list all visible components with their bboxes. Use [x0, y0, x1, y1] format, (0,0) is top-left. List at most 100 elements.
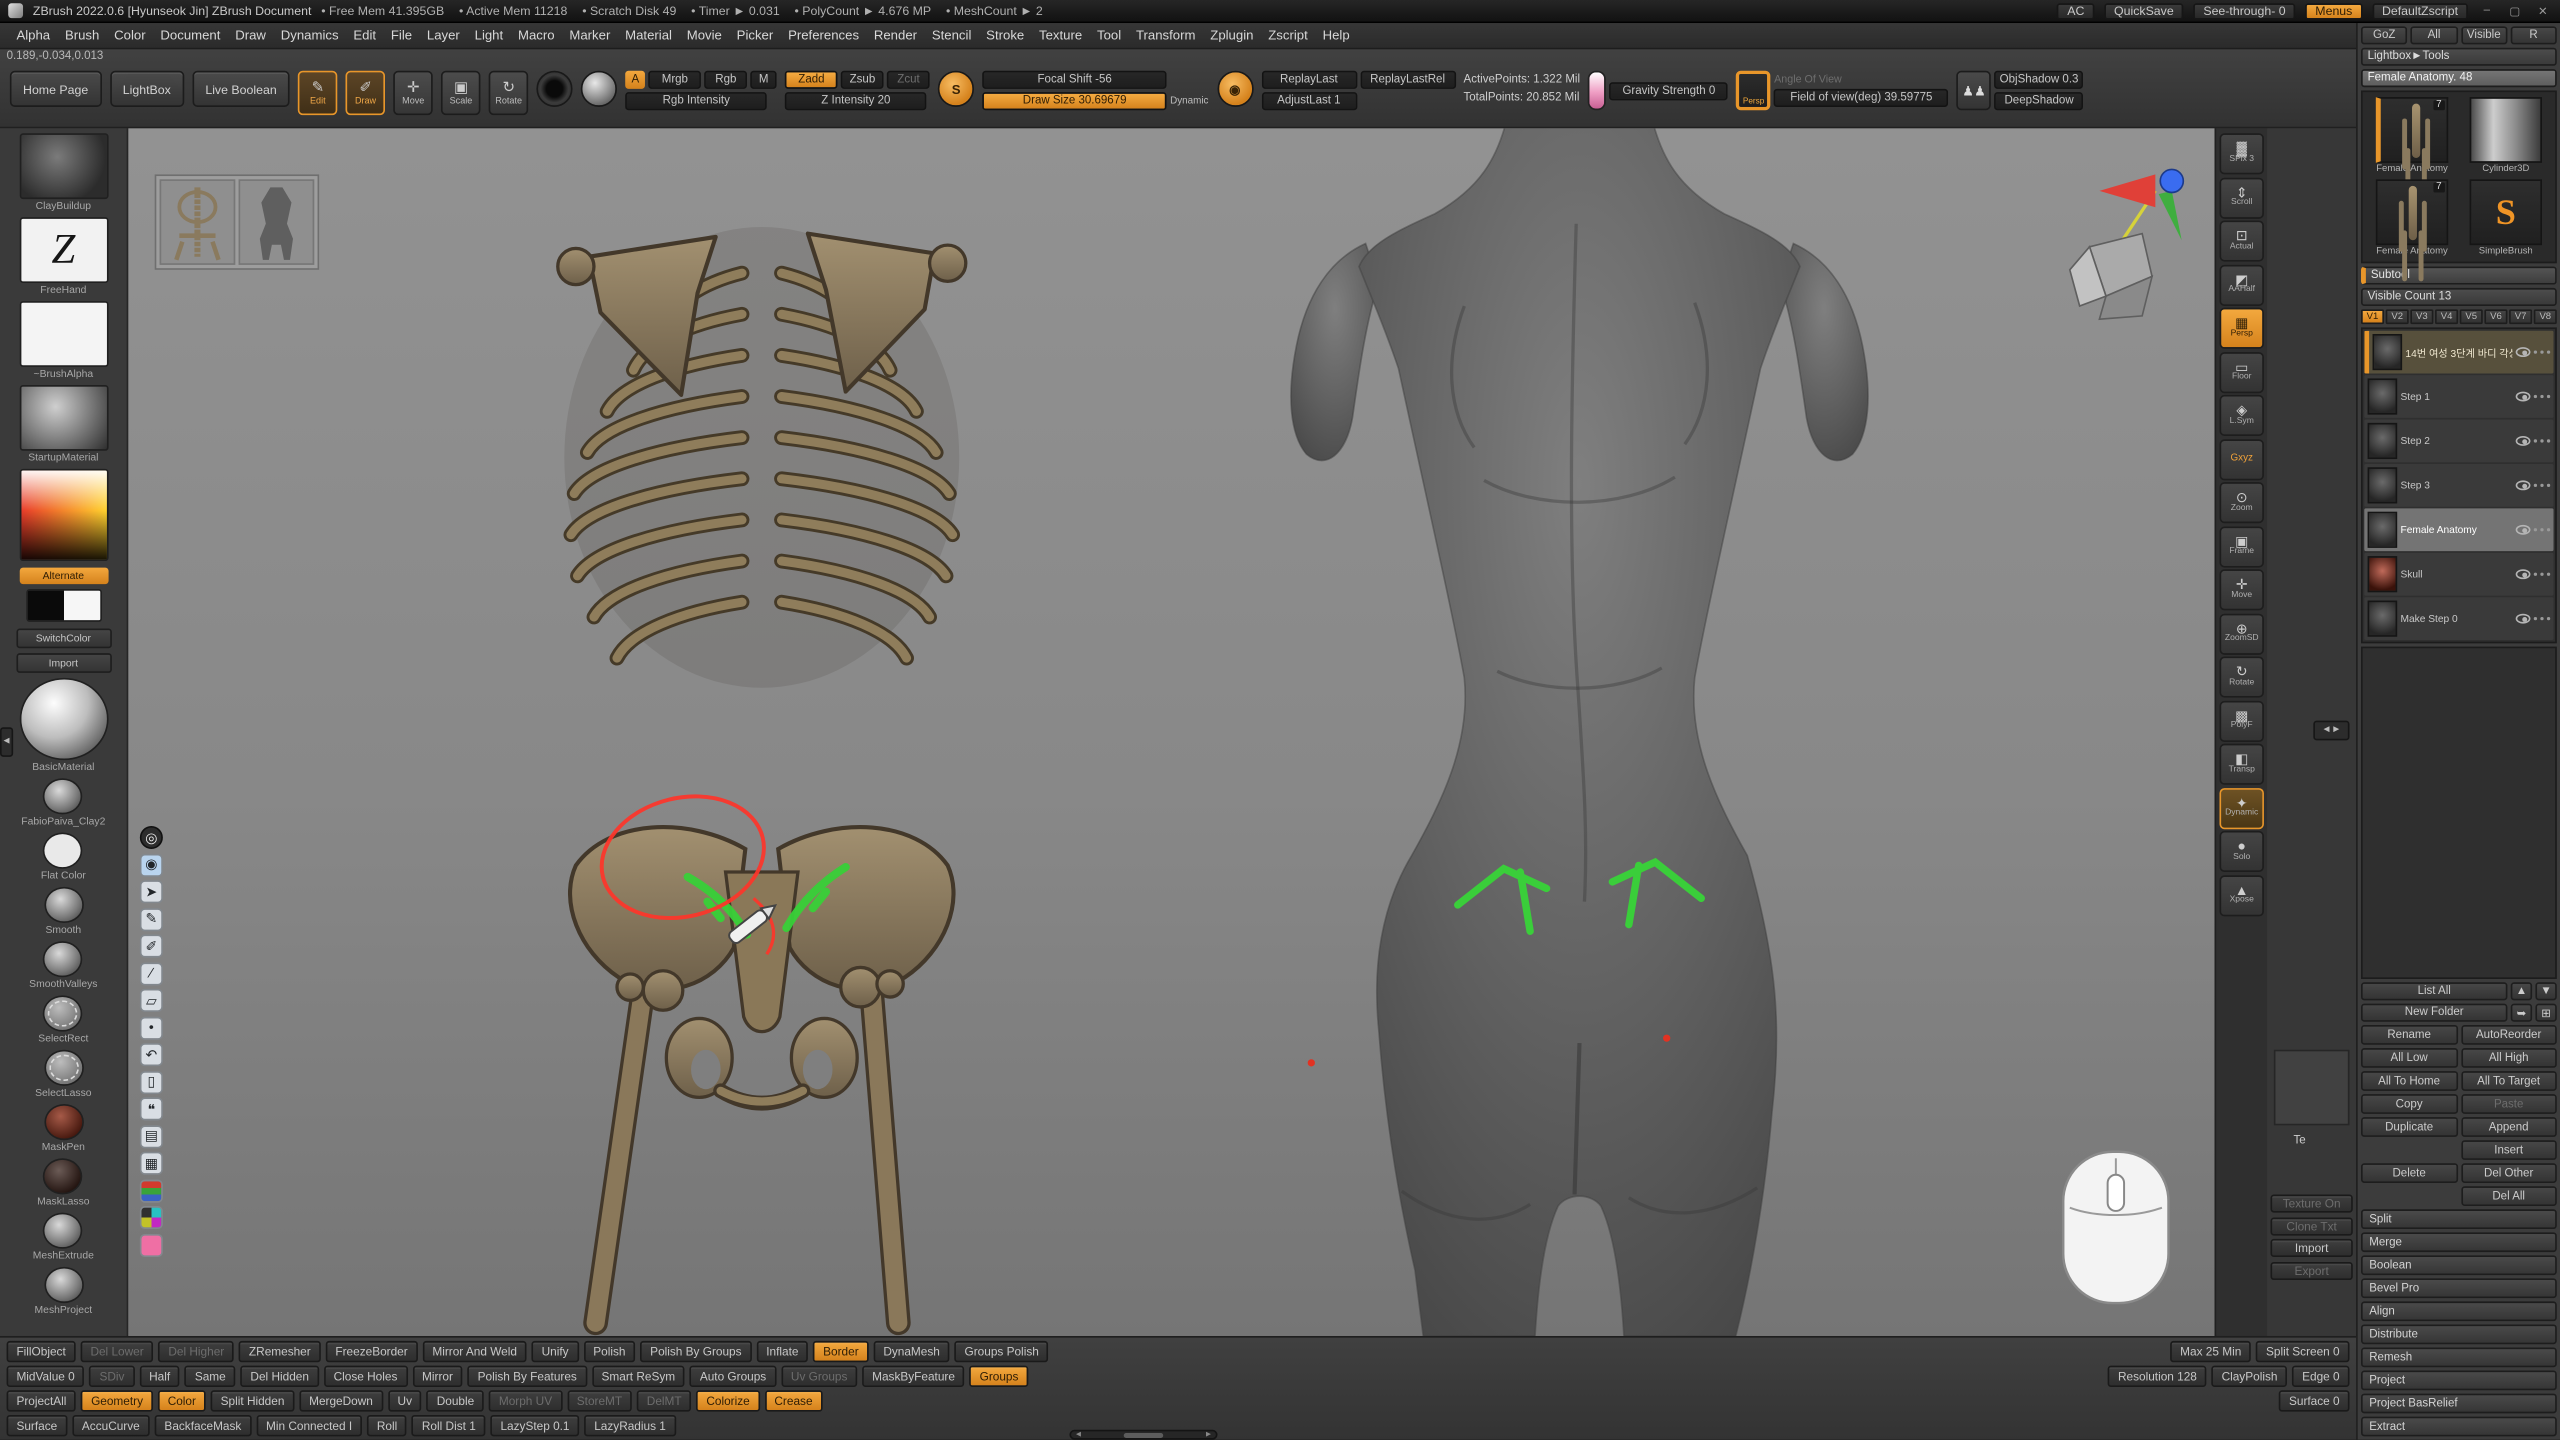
brush-material-item[interactable]: SmoothValleys: [29, 941, 97, 990]
shelf-button[interactable]: Morph UV: [489, 1390, 562, 1411]
menu-item[interactable]: Light: [468, 26, 510, 44]
brush-material-item[interactable]: StartupMaterial: [19, 385, 108, 464]
alpha-sphere-icon[interactable]: [581, 71, 617, 107]
m-button[interactable]: M: [751, 71, 777, 89]
focal-shift-slider[interactable]: Focal Shift -56: [983, 71, 1167, 89]
tool-thumb-female-anatomy[interactable]: 7: [2376, 97, 2448, 163]
action-button[interactable]: AutoReorder: [2461, 1025, 2557, 1045]
shelf-button[interactable]: Smart ReSym: [592, 1366, 685, 1387]
shelf-scrollbar[interactable]: ◄ ►: [1069, 1430, 1217, 1440]
shelf-button[interactable]: Mirror And Weld: [423, 1341, 527, 1362]
shelf-button[interactable]: Del Lower: [81, 1341, 154, 1362]
menu-item[interactable]: Help: [1316, 26, 1356, 44]
action-button[interactable]: Del All: [2461, 1186, 2557, 1206]
menu-item[interactable]: Dynamics: [274, 26, 345, 44]
zsub-button[interactable]: Zsub: [841, 71, 884, 89]
panel-header-button[interactable]: All: [2411, 26, 2457, 44]
zcut-button[interactable]: Zcut: [887, 71, 930, 89]
right-panel-collapse-arrow[interactable]: ◄►: [2313, 721, 2349, 741]
brush-material-item[interactable]: SwitchColor: [16, 629, 111, 649]
action-button[interactable]: Duplicate: [2361, 1117, 2457, 1137]
shelf-button[interactable]: Geometry: [81, 1390, 153, 1411]
deepshadow-slider[interactable]: DeepShadow: [1995, 92, 2084, 110]
scroll-right-icon[interactable]: ►: [1204, 1430, 1212, 1440]
shelf-button[interactable]: Unify: [532, 1341, 579, 1362]
sculptris-pro-icon[interactable]: S: [938, 71, 974, 107]
shelf-button[interactable]: StoreMT: [567, 1390, 632, 1411]
list-all-button[interactable]: List All: [2361, 982, 2507, 1000]
lightbox-tools-bar[interactable]: Lightbox►Tools: [2361, 48, 2557, 66]
texture-button[interactable]: Clone Txt: [2271, 1217, 2353, 1235]
brush-material-item[interactable]: MaskLasso: [37, 1158, 89, 1207]
folder-send-icon[interactable]: ➥: [2511, 1004, 2532, 1022]
replay-last-button[interactable]: ReplayLast: [1261, 71, 1356, 89]
menu-item[interactable]: Draw: [229, 26, 273, 44]
shelf-button[interactable]: Edge 0: [2292, 1366, 2349, 1387]
quicksave-button[interactable]: QuickSave: [2104, 2, 2183, 18]
cmyk-swatch[interactable]: [140, 1206, 163, 1229]
subtool-options-icon[interactable]: [2534, 439, 2537, 442]
menu-item[interactable]: Alpha: [10, 26, 57, 44]
visible-count-slider[interactable]: Visible Count 13: [2361, 288, 2557, 306]
visibility-eye-icon[interactable]: [2516, 569, 2531, 579]
shelf-button[interactable]: Max 25 Min: [2170, 1341, 2251, 1362]
14번 여성 3단계 바디 각상 - [전완][interactable]: 14번 여성 3단계 바디 각상 - [전완]: [2364, 331, 2553, 374]
subtool-section-header[interactable]: Subtool: [2361, 267, 2557, 285]
visibility-eye-icon[interactable]: [2516, 525, 2531, 535]
subtool-options-icon[interactable]: [2534, 573, 2537, 576]
panel-header-button[interactable]: R: [2510, 26, 2556, 44]
brush-material-item[interactable]: [19, 469, 108, 563]
brush-material-item[interactable]: FabioPaiva_Clay2: [21, 778, 105, 827]
tool-thumb-simplebrush[interactable]: S: [2470, 179, 2542, 245]
subtool-options-icon[interactable]: [2534, 617, 2537, 620]
scale-button[interactable]: ▣Scale: [441, 71, 480, 115]
subpalette-bar[interactable]: Distribute: [2361, 1324, 2557, 1344]
subtool-options-icon[interactable]: [2534, 350, 2537, 353]
shelf-button[interactable]: Double: [427, 1390, 484, 1411]
subpalette-bar[interactable]: Project BasRelief: [2361, 1394, 2557, 1414]
subpalette-bar[interactable]: Project: [2361, 1371, 2557, 1391]
brush-material-item[interactable]: SelectLasso: [35, 1050, 91, 1099]
shelf-button[interactable]: FillObject: [7, 1341, 76, 1362]
mrgb-button[interactable]: Mrgb: [649, 71, 702, 89]
brush-material-item[interactable]: ClayBuildup: [19, 133, 108, 212]
menu-item[interactable]: Edit: [347, 26, 383, 44]
menu-item[interactable]: Stencil: [925, 26, 978, 44]
menu-item[interactable]: Preferences: [781, 26, 865, 44]
shelf-button[interactable]: Uv Groups: [781, 1366, 857, 1387]
replay-last-rel-button[interactable]: ReplayLastRel: [1360, 71, 1455, 89]
panel-header-button[interactable]: GoZ: [2361, 26, 2407, 44]
panel-header-button[interactable]: Visible: [2461, 26, 2507, 44]
brush-material-item[interactable]: MeshProject: [35, 1267, 93, 1316]
shelf-button[interactable]: AccuCurve: [72, 1415, 150, 1436]
subpalette-bar[interactable]: Extract: [2361, 1417, 2557, 1437]
move-up-icon[interactable]: ▲: [2511, 982, 2532, 1000]
brush-material-item[interactable]: Smooth: [44, 887, 83, 936]
maximize-icon[interactable]: ▢: [2506, 4, 2524, 17]
version-tab[interactable]: V8: [2534, 309, 2557, 324]
subpalette-bar[interactable]: Boolean: [2361, 1255, 2557, 1275]
brush-material-item[interactable]: ~BrushAlpha: [19, 301, 108, 380]
undo-icon[interactable]: ↶: [140, 1043, 163, 1066]
version-tab[interactable]: V5: [2460, 309, 2483, 324]
shelf-button[interactable]: Same: [185, 1366, 236, 1387]
edit-button[interactable]: ✎Edit: [298, 71, 337, 115]
gravity-strength-slider[interactable]: Gravity Strength 0: [1610, 81, 1728, 99]
stroke-preview-icon[interactable]: [537, 71, 573, 107]
menu-item[interactable]: Picker: [730, 26, 780, 44]
brush-material-item[interactable]: Alternate: [19, 568, 108, 584]
shelf-button[interactable]: Split Hidden: [211, 1390, 295, 1411]
version-tab[interactable]: V6: [2484, 309, 2507, 324]
shelf-button[interactable]: ProjectAll: [7, 1390, 77, 1411]
Step 2[interactable]: Step 2: [2364, 420, 2553, 463]
version-tab[interactable]: V1: [2361, 309, 2384, 324]
cursor-icon[interactable]: ➤: [140, 880, 163, 903]
brush-material-item[interactable]: Flat Color: [41, 833, 86, 882]
texture-preview[interactable]: [2274, 1050, 2350, 1126]
subtool-options-icon[interactable]: [2534, 484, 2537, 487]
visibility-eye-icon[interactable]: [2516, 614, 2531, 624]
marker-pin-icon[interactable]: ◎: [140, 826, 163, 849]
menu-item[interactable]: Layer: [420, 26, 466, 44]
brush-material-item[interactable]: MaskPen: [42, 1104, 85, 1153]
texture-button[interactable]: Texture On: [2271, 1194, 2353, 1212]
